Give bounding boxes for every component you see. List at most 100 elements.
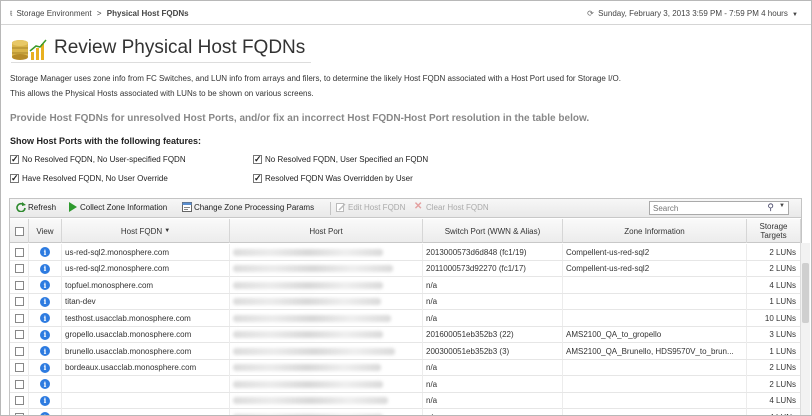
column-header-switch-port[interactable]: Switch Port (WWN & Alias): [423, 219, 563, 243]
table-row[interactable]: i n/a 4 LUNs: [10, 409, 801, 415]
view-cell[interactable]: i: [29, 277, 62, 293]
view-cell[interactable]: i: [29, 392, 62, 409]
row-checkbox[interactable]: [14, 346, 24, 356]
host-fqdn-cell[interactable]: us-red-sql2.monosphere.com: [62, 260, 230, 277]
host-fqdn-cell[interactable]: brunello.usacclab.monosphere.com: [62, 343, 230, 359]
storage-targets-cell[interactable]: 2 LUNs: [747, 376, 801, 392]
row-checkbox[interactable]: [14, 412, 24, 415]
search-input[interactable]: [650, 202, 760, 214]
breadcrumb-parent[interactable]: Storage Environment: [16, 9, 91, 18]
row-checkbox[interactable]: [14, 379, 24, 389]
refresh-button[interactable]: Refresh: [16, 202, 56, 212]
info-icon[interactable]: i: [40, 346, 50, 356]
checkbox[interactable]: [253, 154, 262, 165]
info-icon[interactable]: i: [40, 362, 50, 373]
table-row[interactable]: i brunello.usacclab.monosphere.com 2003000…: [10, 343, 801, 360]
clear-host-fqdn-button[interactable]: ✕ Clear Host FQDN: [414, 202, 489, 212]
storage-targets-cell[interactable]: 4 LUNs: [747, 409, 801, 415]
storage-targets-cell[interactable]: 1 LUNs: [747, 293, 801, 310]
home-icon[interactable]: ŧ: [10, 9, 12, 18]
info-icon[interactable]: i: [40, 313, 50, 323]
row-checkbox[interactable]: [14, 313, 24, 323]
storage-targets-cell[interactable]: 3 LUNs: [747, 326, 801, 343]
checkbox[interactable]: [10, 173, 19, 184]
view-cell[interactable]: i: [29, 293, 62, 310]
view-cell[interactable]: i: [29, 310, 62, 326]
info-icon[interactable]: i: [40, 329, 50, 340]
info-icon[interactable]: i: [40, 412, 50, 415]
filter-no-resolved-user-specified[interactable]: No Resolved FQDN, User Specified an FQDN: [253, 154, 428, 165]
view-cell[interactable]: i: [29, 244, 62, 260]
storage-targets-cell[interactable]: 2 LUNs: [747, 260, 801, 277]
table-row[interactable]: i n/a 4 LUNs: [10, 392, 801, 409]
host-fqdn-cell[interactable]: [62, 376, 230, 392]
host-fqdn-cell[interactable]: us-red-sql2.monosphere.com: [62, 244, 230, 260]
search-box[interactable]: ⚲ ▼: [649, 201, 789, 215]
view-cell[interactable]: i: [29, 359, 62, 376]
row-checkbox[interactable]: [14, 280, 24, 290]
row-select-cell[interactable]: [10, 244, 29, 260]
filter-resolved-overridden[interactable]: Resolved FQDN Was Overridden by User: [253, 173, 413, 184]
info-icon[interactable]: i: [40, 296, 50, 307]
row-select-cell[interactable]: [10, 293, 29, 310]
info-icon[interactable]: i: [40, 379, 50, 389]
row-select-cell[interactable]: [10, 277, 29, 293]
row-select-cell[interactable]: [10, 359, 29, 376]
collect-zone-button[interactable]: Collect Zone Information: [68, 202, 167, 212]
table-row[interactable]: i us-red-sql2.monosphere.com 2011000573d92…: [10, 260, 801, 277]
row-select-cell[interactable]: [10, 409, 29, 415]
host-fqdn-cell[interactable]: [62, 392, 230, 409]
view-cell[interactable]: i: [29, 343, 62, 359]
row-checkbox[interactable]: [14, 363, 24, 372]
column-header-zone-info[interactable]: Zone Information: [563, 219, 747, 243]
storage-targets-cell[interactable]: 10 LUNs: [747, 310, 801, 326]
chevron-down-icon[interactable]: ▼: [779, 203, 785, 209]
edit-host-fqdn-button[interactable]: Edit Host FQDN: [336, 202, 405, 212]
magnifier-icon[interactable]: ⚲: [767, 202, 774, 213]
select-all-checkbox[interactable]: [14, 226, 24, 236]
vertical-scrollbar[interactable]: [800, 243, 810, 415]
view-cell[interactable]: i: [29, 376, 62, 392]
storage-targets-cell[interactable]: 4 LUNs: [747, 392, 801, 409]
table-row[interactable]: i gropello.usacclab.monosphere.com 2016000…: [10, 326, 801, 343]
filter-no-resolved-no-user[interactable]: No Resolved FQDN, No User-specified FQDN: [10, 154, 186, 165]
table-row[interactable]: i us-red-sql2.monosphere.com 2013000573d6d…: [10, 244, 801, 261]
storage-targets-cell[interactable]: 2 LUNs: [747, 244, 801, 260]
row-checkbox[interactable]: [14, 396, 24, 405]
storage-targets-cell[interactable]: 1 LUNs: [747, 343, 801, 359]
column-header-storage-targets[interactable]: Storage Targets: [747, 219, 801, 243]
host-fqdn-cell[interactable]: bordeaux.usacclab.monosphere.com: [62, 359, 230, 376]
host-fqdn-cell[interactable]: gropello.usacclab.monosphere.com: [62, 326, 230, 343]
column-header-view[interactable]: View: [29, 219, 62, 243]
table-row[interactable]: i titan-dev n/a 1 LUNs: [10, 293, 801, 310]
column-header-host-port[interactable]: Host Port: [230, 219, 423, 243]
info-icon[interactable]: i: [40, 247, 50, 257]
view-cell[interactable]: i: [29, 326, 62, 343]
table-row[interactable]: i bordeaux.usacclab.monosphere.com n/a 2 LU…: [10, 359, 801, 376]
info-icon[interactable]: i: [40, 280, 50, 290]
change-zone-params-button[interactable]: Change Zone Processing Params: [182, 202, 314, 212]
row-select-cell[interactable]: [10, 392, 29, 409]
row-checkbox[interactable]: [14, 264, 24, 273]
time-range[interactable]: ⟳ Sunday, February 3, 2013 3:59 PM - 7:5…: [587, 9, 798, 18]
column-header-host-fqdn[interactable]: Host FQDN ▼: [62, 219, 230, 243]
view-cell[interactable]: i: [29, 260, 62, 277]
row-select-cell[interactable]: [10, 310, 29, 326]
view-cell[interactable]: i: [29, 409, 62, 415]
host-fqdn-cell[interactable]: topfuel.monosphere.com: [62, 277, 230, 293]
scrollbar-thumb[interactable]: [802, 263, 809, 323]
row-select-cell[interactable]: [10, 326, 29, 343]
row-select-cell[interactable]: [10, 260, 29, 277]
table-row[interactable]: i n/a 2 LUNs: [10, 376, 801, 393]
row-checkbox[interactable]: [14, 247, 24, 257]
select-all-cell[interactable]: [10, 219, 29, 243]
info-icon[interactable]: i: [40, 263, 50, 274]
row-checkbox[interactable]: [14, 297, 24, 306]
checkbox[interactable]: [253, 173, 262, 184]
storage-targets-cell[interactable]: 4 LUNs: [747, 277, 801, 293]
table-row[interactable]: i testhost.usacclab.monosphere.com n/a 10 L…: [10, 310, 801, 327]
host-fqdn-cell[interactable]: testhost.usacclab.monosphere.com: [62, 310, 230, 326]
info-icon[interactable]: i: [40, 395, 50, 406]
storage-targets-cell[interactable]: 2 LUNs: [747, 359, 801, 376]
row-select-cell[interactable]: [10, 343, 29, 359]
